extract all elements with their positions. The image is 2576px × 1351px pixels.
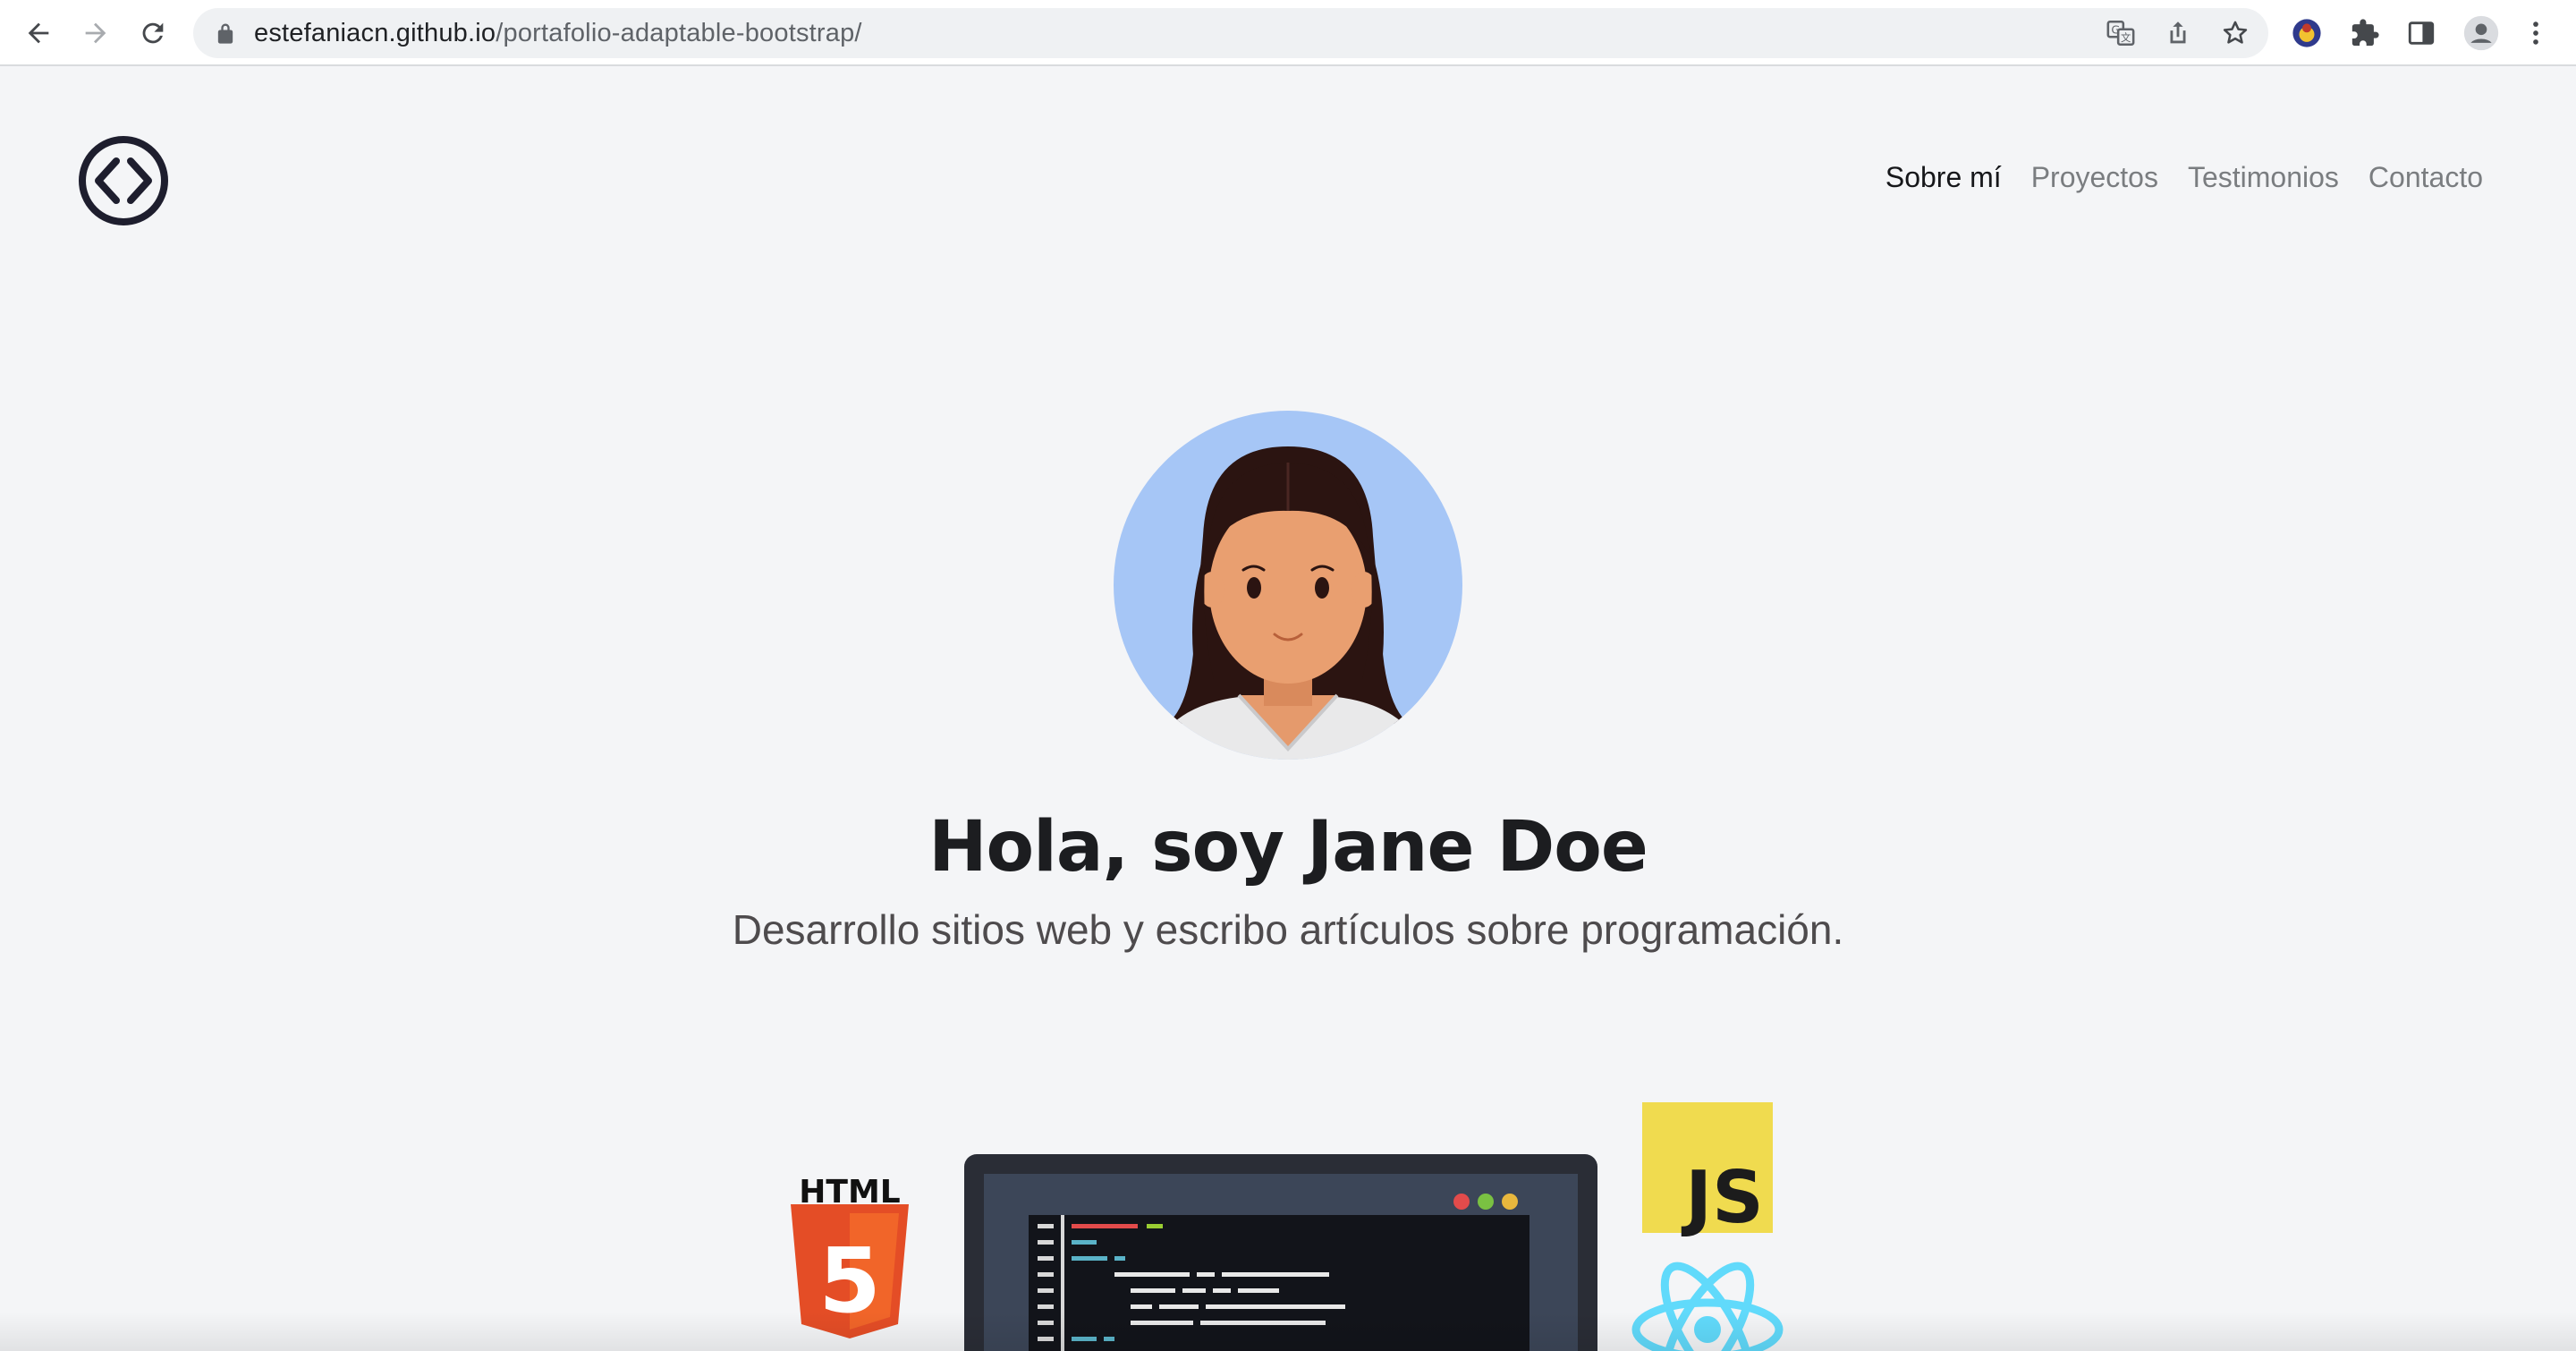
forward-button[interactable] bbox=[73, 11, 118, 55]
nav-link-proyectos[interactable]: Proyectos bbox=[2031, 161, 2158, 194]
svg-text:文: 文 bbox=[2121, 31, 2131, 44]
back-button[interactable] bbox=[16, 11, 61, 55]
main-nav: Sobre mí Proyectos Testimonios Contacto bbox=[1885, 161, 2483, 194]
forward-icon bbox=[85, 22, 106, 44]
footer-shadow bbox=[0, 1312, 2576, 1351]
avatar bbox=[1114, 411, 1462, 760]
code-brackets-icon[interactable] bbox=[77, 134, 170, 227]
share-icon[interactable] bbox=[2163, 18, 2193, 48]
extension-avatar-icon[interactable] bbox=[2292, 18, 2322, 48]
more-icon[interactable] bbox=[2521, 18, 2551, 48]
javascript-logo: JS bbox=[1642, 1102, 1773, 1239]
back-icon bbox=[28, 22, 49, 44]
js-logo-label: JS bbox=[1681, 1156, 1763, 1239]
html-logo-label: HTML bbox=[799, 1174, 900, 1211]
hero-subtitle: Desarrollo sitios web y escribo artículo… bbox=[732, 906, 1844, 953]
nav-link-contacto[interactable]: Contacto bbox=[2368, 161, 2483, 194]
reload-button[interactable] bbox=[131, 11, 175, 55]
lock-icon[interactable] bbox=[213, 21, 238, 46]
bookmark-star-icon[interactable] bbox=[2220, 18, 2250, 48]
avatar-illustration bbox=[1149, 446, 1427, 760]
nav-link-testimonios[interactable]: Testimonios bbox=[2188, 161, 2339, 194]
address-bar[interactable]: estefaniacn.github.io/portafolio-adaptab… bbox=[193, 8, 2268, 58]
active-tab-edge bbox=[1011, 0, 1458, 4]
url-path: /portafolio-adaptable-bootstrap/ bbox=[496, 19, 862, 47]
puzzle-icon[interactable] bbox=[2350, 18, 2380, 48]
browser-toolbar: estefaniacn.github.io/portafolio-adaptab… bbox=[0, 0, 2576, 66]
side-panel-icon[interactable] bbox=[2406, 18, 2436, 48]
translate-icon[interactable]: G 文 bbox=[2106, 18, 2136, 48]
page-content: Sobre mí Proyectos Testimonios Contacto bbox=[0, 68, 2576, 1351]
hero-title: Hola, soy Jane Doe bbox=[928, 807, 1648, 888]
url-host: estefaniacn.github.io bbox=[254, 19, 496, 47]
reload-icon bbox=[142, 22, 164, 44]
url-text[interactable]: estefaniacn.github.io/portafolio-adaptab… bbox=[254, 20, 862, 47]
nav-link-sobre-mi[interactable]: Sobre mí bbox=[1885, 161, 2002, 194]
profile-icon[interactable] bbox=[2463, 15, 2499, 51]
